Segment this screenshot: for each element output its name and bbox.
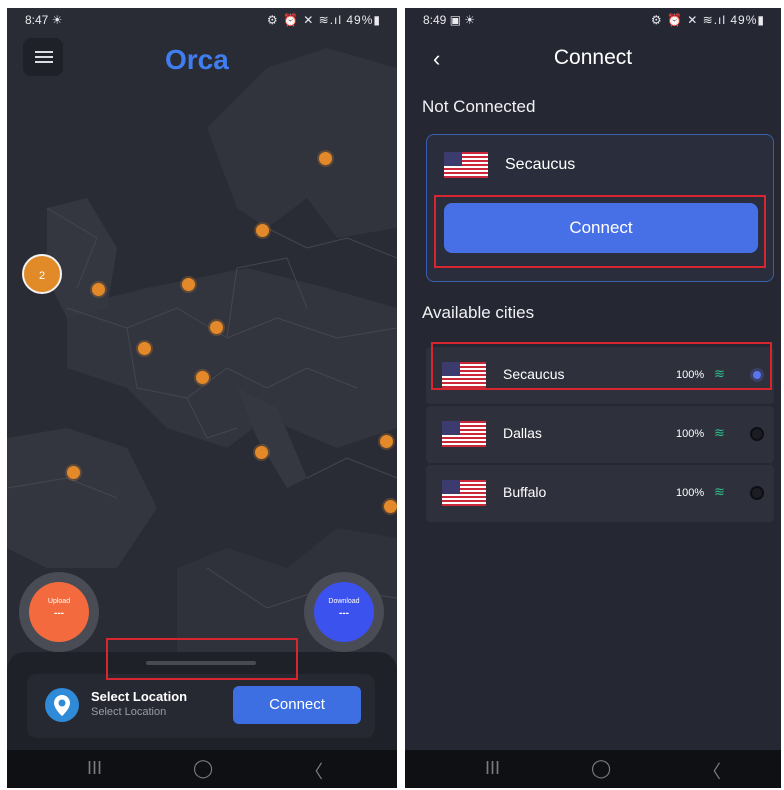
us-flag-icon bbox=[442, 421, 486, 447]
status-bar: 8:47 ☀ ⚙ ⏰ ✕ ≋.ıl 49%▮ bbox=[7, 8, 397, 34]
city-radio[interactable] bbox=[750, 427, 764, 441]
recent-apps-button[interactable]: III bbox=[87, 758, 102, 779]
server-marker[interactable] bbox=[256, 224, 269, 237]
city-radio[interactable] bbox=[750, 486, 764, 500]
home-button[interactable]: ◯ bbox=[193, 758, 213, 779]
select-location-subtitle: Select Location bbox=[91, 706, 167, 718]
select-location-title[interactable]: Select Location bbox=[91, 689, 187, 704]
status-bar: 8:49 ▣ ☀ ⚙ ⏰ ✕ ≋.ıl 49%▮ bbox=[405, 8, 781, 34]
download-label: Download bbox=[328, 598, 360, 605]
server-marker[interactable] bbox=[182, 278, 195, 291]
city-name: Dallas bbox=[503, 425, 542, 441]
server-marker[interactable] bbox=[67, 466, 80, 479]
server-marker[interactable] bbox=[380, 435, 393, 448]
city-name: Buffalo bbox=[503, 484, 547, 500]
us-flag-icon bbox=[444, 152, 488, 178]
menu-icon bbox=[35, 51, 53, 53]
wifi-signal-icon: ≋ bbox=[714, 484, 725, 499]
home-button[interactable]: ◯ bbox=[591, 758, 611, 779]
wifi-signal-icon: ≋ bbox=[714, 425, 725, 440]
connect-button[interactable]: Connect bbox=[233, 686, 361, 724]
upload-value: --- bbox=[54, 608, 64, 619]
location-pin-icon bbox=[45, 688, 79, 722]
server-cluster-marker[interactable]: 2 bbox=[22, 254, 62, 294]
server-marker[interactable] bbox=[92, 283, 105, 296]
back-nav-button[interactable]: 〈 bbox=[305, 758, 323, 784]
recent-apps-button[interactable]: III bbox=[485, 758, 500, 779]
city-row-dallas[interactable]: Dallas 100% ≋ bbox=[426, 406, 774, 463]
upload-circle: Upload --- bbox=[29, 582, 89, 642]
system-nav-bar: III ◯ 〈 bbox=[405, 750, 781, 788]
server-marker[interactable] bbox=[319, 152, 332, 165]
download-circle: Download --- bbox=[314, 582, 374, 642]
highlight-box bbox=[431, 342, 772, 390]
signal-strength: 100% bbox=[676, 428, 705, 440]
upload-label: Upload bbox=[47, 598, 71, 605]
us-flag-icon bbox=[442, 480, 486, 506]
server-marker[interactable] bbox=[255, 446, 268, 459]
city-row-buffalo[interactable]: Buffalo 100% ≋ bbox=[426, 465, 774, 522]
page-title: Connect bbox=[553, 46, 633, 69]
status-icons: ⚙ ⏰ ✕ ≋.ıl 49%▮ bbox=[650, 13, 765, 27]
download-gauge: Download --- bbox=[304, 572, 384, 652]
server-marker[interactable] bbox=[210, 321, 223, 334]
current-city-name: Secaucus bbox=[505, 156, 576, 173]
server-marker[interactable] bbox=[196, 371, 209, 384]
server-marker[interactable] bbox=[384, 500, 397, 513]
europe-map[interactable] bbox=[7, 8, 397, 668]
back-nav-button[interactable]: 〈 bbox=[703, 758, 721, 784]
highlight-box bbox=[434, 195, 766, 268]
highlight-box bbox=[106, 638, 298, 680]
signal-strength: 100% bbox=[676, 487, 705, 499]
download-value: --- bbox=[339, 608, 349, 619]
menu-button[interactable] bbox=[23, 38, 63, 76]
status-time: 8:47 ☀ bbox=[25, 13, 63, 27]
connection-status-heading: Not Connected bbox=[422, 97, 536, 116]
status-time: 8:49 ▣ ☀ bbox=[423, 13, 476, 27]
menu-icon-line bbox=[35, 56, 53, 58]
available-cities-heading: Available cities bbox=[422, 303, 535, 322]
upload-gauge: Upload --- bbox=[19, 572, 99, 652]
menu-icon-line bbox=[35, 61, 53, 63]
orca-logo: Orca bbox=[165, 44, 229, 75]
system-nav-bar: III ◯ 〈 bbox=[7, 750, 397, 788]
location-bar: Select Location Select Location Connect bbox=[27, 674, 375, 738]
status-icons: ⚙ ⏰ ✕ ≋.ıl 49%▮ bbox=[266, 13, 381, 27]
server-marker[interactable] bbox=[138, 342, 151, 355]
connect-screen: 8:49 ▣ ☀ ⚙ ⏰ ✕ ≋.ıl 49%▮ ‹ Connect Not C… bbox=[405, 8, 781, 788]
